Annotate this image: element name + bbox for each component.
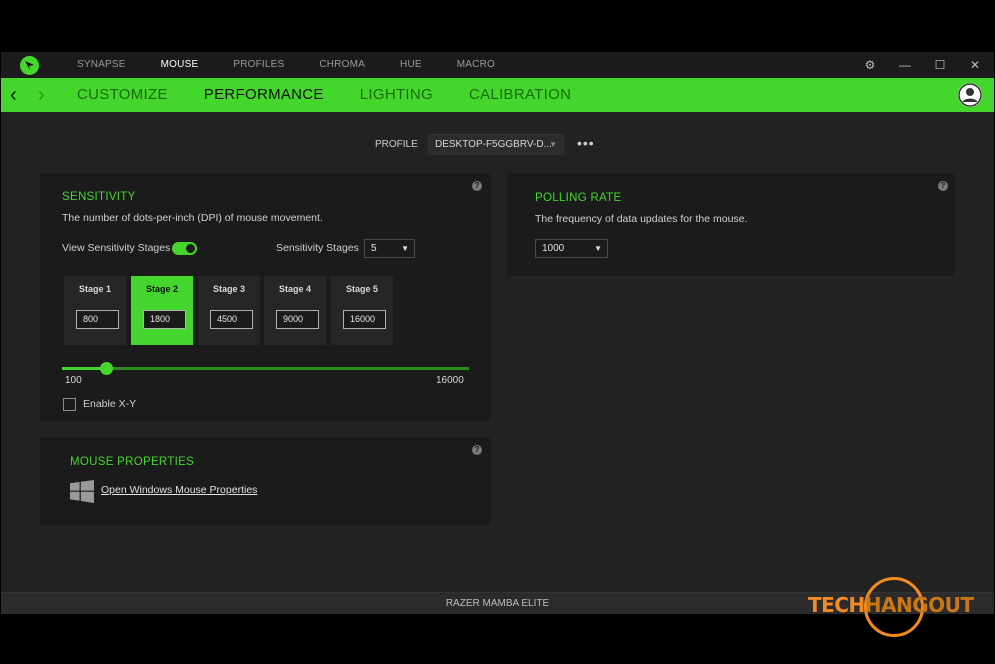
profile-dropdown[interactable]: DESKTOP-F5GGBRV-D... ▼ [428,134,564,155]
stage-label: Stage 1 [78,284,111,294]
polling-rate-dropdown[interactable]: 1000 ▼ [535,239,608,258]
stages-count-label: Sensitivity Stages [276,242,359,254]
tab-calibration[interactable]: CALIBRATION [469,78,571,112]
stage-card-5[interactable]: Stage 5 16000 [331,276,393,345]
more-options-icon[interactable]: ••• [577,135,595,151]
razer-logo-icon[interactable] [20,56,39,75]
synapse-window: SYNAPSE MOUSE PROFILES CHROMA HUE MACRO … [1,52,994,614]
sub-nav: ‹ › CUSTOMIZE PERFORMANCE LIGHTING CALIB… [1,78,994,112]
mouse-properties-title: MOUSE PROPERTIES [70,456,195,468]
dpi-slider-fill [62,367,106,370]
stage-card-2[interactable]: Stage 2 1800 [131,276,193,345]
tab-customize[interactable]: CUSTOMIZE [77,78,168,112]
nav-hue[interactable]: HUE [400,52,422,78]
watermark-text: TECHHANGOUT [808,593,974,617]
tab-lighting[interactable]: LIGHTING [360,78,433,112]
tab-performance[interactable]: PERFORMANCE [204,78,324,112]
nav-synapse[interactable]: SYNAPSE [77,52,126,78]
view-stages-label: View Sensitivity Stages [62,242,171,254]
maximize-icon[interactable]: ☐ [929,52,951,78]
chevron-down-icon: ▼ [549,140,557,149]
help-icon[interactable]: ? [472,181,482,191]
nav-mouse[interactable]: MOUSE [161,52,199,78]
stage-card-3[interactable]: Stage 3 4500 [198,276,260,345]
techhangout-watermark: TECHHANGOUT [808,575,978,641]
help-icon[interactable]: ? [938,181,948,191]
slider-min-label: 100 [65,375,82,386]
polling-rate-title: POLLING RATE [535,192,622,204]
enable-xy-label: Enable X-Y [83,398,137,410]
chevron-down-icon: ▼ [594,244,602,253]
stage-card-4[interactable]: Stage 4 9000 [264,276,326,345]
help-icon[interactable]: ? [472,445,482,455]
dpi-slider-track[interactable] [62,367,469,370]
chevron-down-icon: ▼ [401,244,409,253]
stage-dpi-input[interactable]: 4500 [210,310,253,329]
stage-label: Stage 5 [345,284,378,294]
stage-label: Stage 2 [145,284,178,294]
top-nav: SYNAPSE MOUSE PROFILES CHROMA HUE MACRO [77,52,530,78]
profile-value: DESKTOP-F5GGBRV-D... [435,139,552,150]
stage-label: Stage 4 [278,284,311,294]
close-icon[interactable]: ✕ [964,52,986,78]
open-mouse-properties-link[interactable]: Open Windows Mouse Properties [101,484,257,496]
nav-macro[interactable]: MACRO [457,52,495,78]
forward-arrow-icon[interactable]: › [38,78,45,112]
stages-count-value: 5 [371,243,377,254]
stages-count-dropdown[interactable]: 5 ▼ [364,239,415,258]
sensitivity-description: The number of dots-per-inch (DPI) of mou… [62,212,323,224]
windows-logo-icon [70,480,94,503]
stage-dpi-input[interactable]: 9000 [276,310,319,329]
slider-max-label: 16000 [436,375,464,386]
stage-dpi-input[interactable]: 16000 [343,310,386,329]
watermark-part2: HANGOUT [864,593,974,617]
enable-xy-checkbox[interactable] [63,398,76,411]
stage-dpi-input[interactable]: 1800 [143,310,186,329]
minimize-icon[interactable]: — [894,52,916,78]
user-avatar-icon[interactable] [958,83,982,107]
polling-rate-value: 1000 [542,243,565,254]
nav-profiles[interactable]: PROFILES [233,52,284,78]
sub-tabs: CUSTOMIZE PERFORMANCE LIGHTING CALIBRATI… [77,78,607,112]
sensitivity-title: SENSITIVITY [62,191,136,203]
dpi-slider-thumb[interactable] [99,362,113,375]
settings-gear-icon[interactable]: ⚙ [859,52,881,78]
profile-label: PROFILE [375,139,418,150]
view-stages-toggle[interactable] [172,242,197,255]
nav-chroma[interactable]: CHROMA [319,52,365,78]
stage-label: Stage 3 [212,284,245,294]
polling-rate-description: The frequency of data updates for the mo… [535,213,748,225]
title-bar: SYNAPSE MOUSE PROFILES CHROMA HUE MACRO … [1,52,994,78]
watermark-part1: TECH [808,593,865,617]
mouse-properties-card: ? [40,437,490,525]
stage-card-1[interactable]: Stage 1 800 [64,276,126,345]
back-arrow-icon[interactable]: ‹ [10,78,17,112]
stage-dpi-input[interactable]: 800 [76,310,119,329]
